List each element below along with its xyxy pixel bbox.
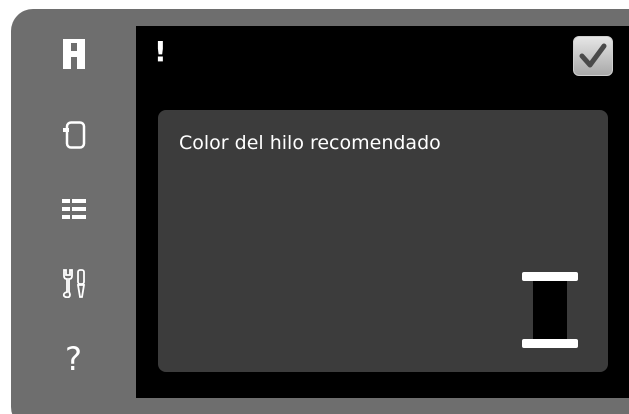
home-icon[interactable] bbox=[11, 29, 136, 79]
sewing-mode-icon[interactable] bbox=[11, 110, 136, 160]
message-panel: Color del hilo recomendado bbox=[158, 110, 608, 372]
settings-tools-icon[interactable] bbox=[11, 258, 136, 308]
main-screen: ! Color del hilo recomendado bbox=[136, 26, 629, 398]
checkmark-icon bbox=[579, 43, 607, 68]
alert-icon: ! bbox=[154, 35, 167, 68]
thread-spool-icon bbox=[522, 272, 578, 348]
help-label: ? bbox=[65, 340, 82, 378]
message-title: Color del hilo recomendado bbox=[179, 132, 441, 154]
sidebar: ? bbox=[11, 9, 136, 414]
confirm-button[interactable] bbox=[573, 36, 613, 76]
help-icon[interactable]: ? bbox=[11, 334, 136, 384]
menu-list-icon[interactable] bbox=[11, 184, 136, 234]
